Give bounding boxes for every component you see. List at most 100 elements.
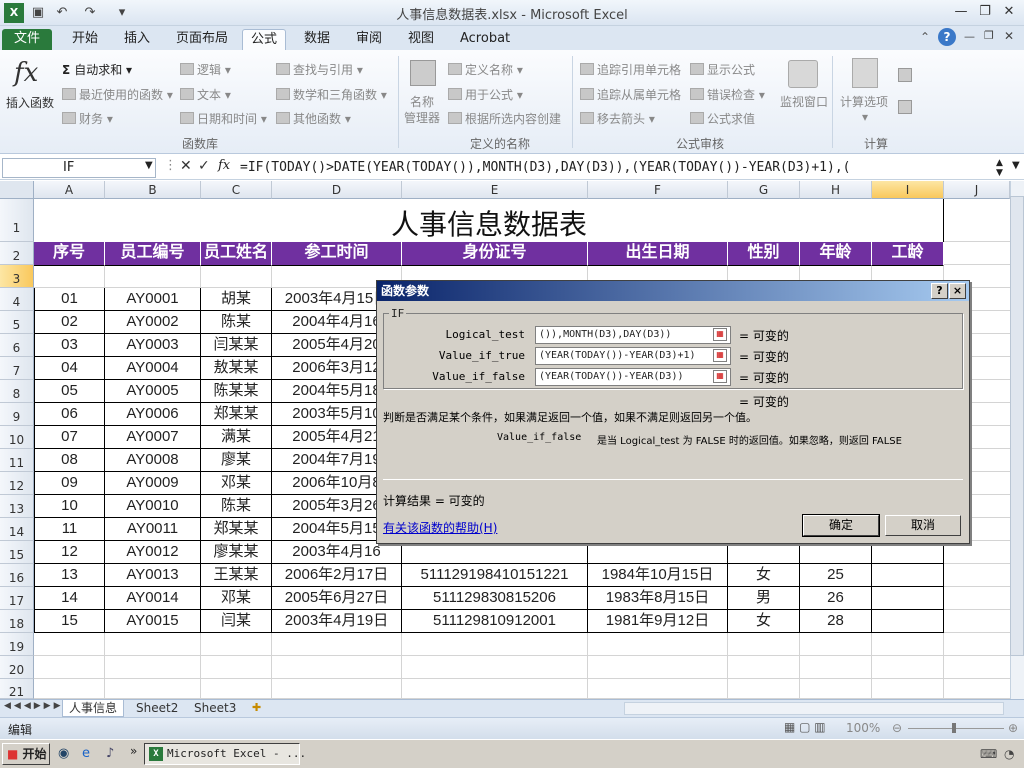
save-icon[interactable]: ▣ [28, 3, 48, 23]
table-cell[interactable]: 02 [34, 311, 105, 334]
taskbar-excel-button[interactable]: X Microsoft Excel - ... [144, 743, 306, 765]
table-cell[interactable]: 闫某某 [201, 334, 272, 357]
error-checking-button[interactable]: 错误检查 ▾ [690, 86, 765, 103]
autosum-button[interactable]: Σ 自动求和 ▾ [62, 61, 132, 78]
datetime-button[interactable]: 日期和时间 ▾ [180, 110, 267, 127]
zoom-out-icon[interactable]: ⊖ [892, 721, 902, 735]
row-header[interactable]: 17 [0, 587, 34, 610]
more-icon[interactable]: » [130, 744, 137, 758]
start-button[interactable]: ■ 开始 [2, 743, 50, 765]
enter-icon[interactable]: ✓ [198, 158, 210, 174]
view-buttons-icon[interactable]: ▦ ▢ ▥ [784, 720, 826, 734]
row-header[interactable]: 13 [0, 495, 34, 518]
row-header[interactable]: 9 [0, 403, 34, 426]
row-header[interactable]: 2 [0, 242, 34, 265]
table-cell[interactable]: 女 [728, 564, 800, 587]
tab-home[interactable]: 开始 [64, 29, 106, 50]
tab-data[interactable]: 数据 [296, 29, 338, 50]
column-header[interactable]: H [800, 181, 872, 199]
sheet-tab[interactable]: Sheet2 [130, 700, 184, 717]
name-manager-label-1[interactable]: 名称 [410, 93, 434, 110]
table-cell[interactable]: AY0004 [105, 357, 201, 380]
watch-window-button[interactable]: 监视窗口 [780, 93, 828, 110]
ok-button[interactable]: 确定 [802, 514, 880, 537]
row-header[interactable]: 15 [0, 541, 34, 564]
table-cell[interactable]: 男 [728, 587, 800, 610]
table-cell[interactable]: AY0013 [105, 564, 201, 587]
table-cell[interactable] [800, 541, 872, 564]
tray-icon[interactable]: ◔ [1004, 747, 1014, 761]
column-header[interactable]: G [728, 181, 800, 199]
row-header[interactable]: 5 [0, 311, 34, 334]
recent-functions-button[interactable]: 最近使用的函数 ▾ [62, 86, 173, 103]
row-header[interactable]: 3 [0, 265, 34, 288]
table-cell[interactable] [402, 541, 588, 564]
table-cell[interactable]: 511129198410151221 [402, 564, 588, 587]
calc-sheet-icon[interactable] [898, 100, 912, 114]
table-cell[interactable]: 邓某 [201, 587, 272, 610]
doc-minimize-icon[interactable]: — [964, 30, 975, 43]
expand-formula-bar-icon[interactable]: ▼ [1012, 160, 1020, 171]
vertical-scroll-thumb[interactable] [1010, 196, 1024, 656]
table-cell[interactable]: AY0014 [105, 587, 201, 610]
collapse-dialog-icon[interactable]: ▦ [713, 349, 727, 362]
calc-options-arrow-icon[interactable]: ▾ [862, 110, 868, 124]
column-header[interactable]: D [272, 181, 402, 199]
header-cell[interactable]: 年龄 [800, 242, 872, 266]
dialog-help-button[interactable]: ? [931, 283, 948, 299]
remove-arrows-button[interactable]: 移去箭头 ▾ [580, 110, 655, 127]
name-box[interactable]: IF [2, 158, 156, 178]
collapse-dialog-icon[interactable]: ▦ [713, 328, 727, 341]
close-icon[interactable]: ✕ [998, 2, 1020, 22]
tab-file[interactable]: 文件 [2, 29, 52, 50]
table-cell[interactable]: 1981年9月12日 [588, 610, 728, 633]
lookup-button[interactable]: 查找与引用 ▾ [276, 61, 363, 78]
table-cell[interactable]: 15 [34, 610, 105, 633]
logical-button[interactable]: 逻辑 ▾ [180, 61, 231, 78]
column-header[interactable]: A [34, 181, 105, 199]
column-header[interactable]: C [201, 181, 272, 199]
show-formulas-button[interactable]: 显示公式 [690, 61, 755, 78]
row-header[interactable]: 19 [0, 633, 34, 656]
value-if-false-input[interactable]: (YEAR(TODAY())-YEAR(D3)) [535, 368, 731, 386]
table-cell[interactable]: 1983年8月15日 [588, 587, 728, 610]
table-cell[interactable] [728, 541, 800, 564]
table-cell[interactable]: 06 [34, 403, 105, 426]
table-cell[interactable]: 廖某 [201, 449, 272, 472]
tab-review[interactable]: 审阅 [348, 29, 390, 50]
table-cell[interactable]: 2005年6月27日 [272, 587, 402, 610]
table-cell[interactable]: 闫某 [201, 610, 272, 633]
table-cell[interactable]: 敖某某 [201, 357, 272, 380]
cancel-button[interactable]: 取消 [885, 515, 961, 536]
text-button[interactable]: 文本 ▾ [180, 86, 231, 103]
table-cell[interactable]: 2006年2月17日 [272, 564, 402, 587]
row-header[interactable]: 12 [0, 472, 34, 495]
table-cell[interactable]: 08 [34, 449, 105, 472]
table-cell[interactable] [872, 564, 944, 587]
row-header[interactable]: 4 [0, 288, 34, 311]
cancel-icon[interactable]: ✕ [180, 158, 192, 174]
table-cell[interactable]: 陈某 [201, 311, 272, 334]
tab-page-layout[interactable]: 页面布局 [168, 29, 236, 50]
select-all-corner[interactable] [0, 181, 34, 199]
table-cell[interactable]: AY0007 [105, 426, 201, 449]
header-cell[interactable]: 序号 [34, 242, 105, 266]
row-header[interactable]: 1 [0, 199, 34, 242]
row-header[interactable]: 18 [0, 610, 34, 633]
table-cell[interactable]: 10 [34, 495, 105, 518]
table-cell[interactable]: AY0009 [105, 472, 201, 495]
table-cell[interactable]: 13 [34, 564, 105, 587]
evaluate-formula-button[interactable]: 公式求值 [690, 110, 755, 127]
table-cell[interactable]: 陈某某 [201, 380, 272, 403]
header-cell[interactable]: 身份证号 [402, 242, 588, 266]
collapse-dialog-icon[interactable]: ▦ [713, 370, 727, 383]
row-header[interactable]: 8 [0, 380, 34, 403]
table-cell[interactable]: 01 [34, 288, 105, 311]
table-cell[interactable]: 满某 [201, 426, 272, 449]
math-button[interactable]: 数学和三角函数 ▾ [276, 86, 387, 103]
header-cell[interactable]: 员工编号 [105, 242, 201, 266]
trace-precedents-button[interactable]: 追踪引用单元格 [580, 61, 681, 78]
formula-input[interactable]: =IF(TODAY()>DATE(YEAR(TODAY()),MONTH(D3)… [240, 158, 1010, 178]
table-cell[interactable]: 09 [34, 472, 105, 495]
zoom-slider-thumb[interactable] [952, 723, 956, 733]
